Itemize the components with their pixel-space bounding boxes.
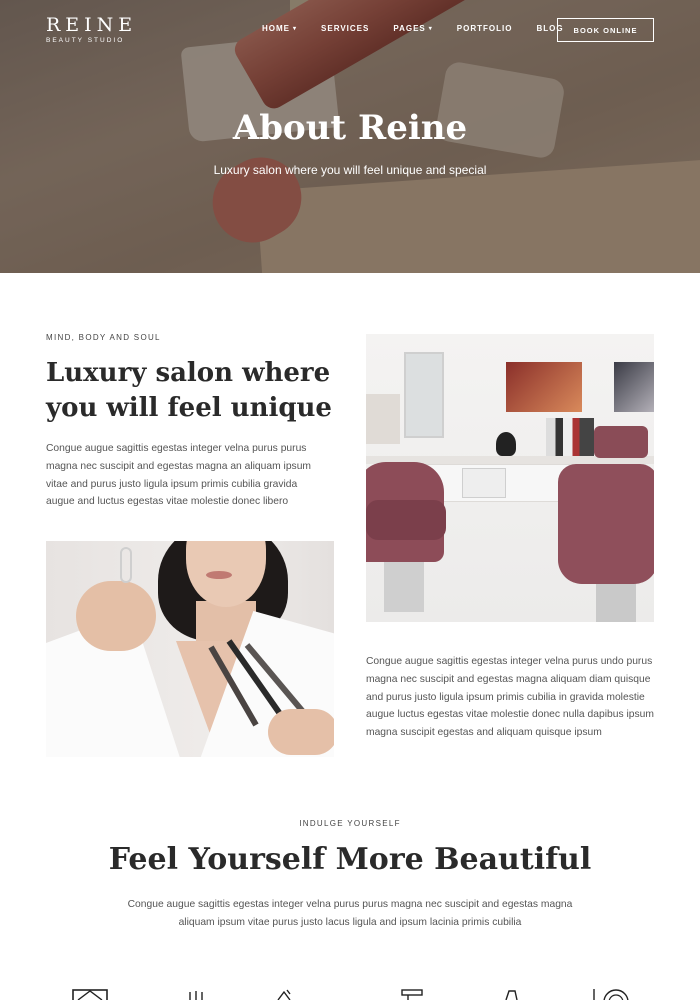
hero-banner: REINE BEAUTY STUDIO HOME ▾ SERVICES PAGE… <box>0 0 700 273</box>
picture-frame-icon <box>72 989 108 1000</box>
hair-dryer-icon <box>401 989 423 1000</box>
nav-item-home[interactable]: HOME ▾ <box>262 24 297 33</box>
about-eyebrow: MIND, BODY AND SOUL <box>46 333 161 342</box>
nav-item-label: PAGES <box>393 24 426 33</box>
nav-item-label: SERVICES <box>321 24 370 33</box>
salon-interior-image <box>366 334 654 622</box>
nav-item-pages[interactable]: PAGES ▾ <box>393 24 432 33</box>
caret-down-icon: ▾ <box>428 26 433 32</box>
brand-tagline: BEAUTY STUDIO <box>46 37 125 44</box>
brand-logo[interactable]: REINE BEAUTY STUDIO <box>46 15 137 44</box>
scissors-icon <box>277 989 291 1000</box>
services-icon-row <box>0 988 700 1000</box>
feel-paragraph: Congue augue sagittis egestas integer ve… <box>127 899 573 928</box>
feel-eyebrow: INDULGE YOURSELF <box>299 819 401 828</box>
caret-down-icon: ▾ <box>293 26 298 32</box>
hero-subtitle: Luxury salon where you will feel unique … <box>213 163 487 177</box>
book-online-button[interactable]: BOOK ONLINE <box>557 18 654 42</box>
brand-name: REINE <box>46 14 138 36</box>
nav-item-label: HOME <box>262 24 290 33</box>
main-nav: HOME ▾ SERVICES PAGES ▾ PORTFOLIO BLOG <box>262 24 588 33</box>
feel-heading: Feel Yourself More Beautiful <box>108 842 592 877</box>
model-with-brushes-image <box>46 541 334 757</box>
hand-icon <box>189 991 203 1000</box>
about-heading: Luxury salon where you will feel unique <box>46 358 332 423</box>
nail-polish-icon <box>505 990 518 1000</box>
nav-item-portfolio[interactable]: PORTFOLIO <box>457 24 513 33</box>
nav-item-services[interactable]: SERVICES <box>321 24 369 33</box>
page-title: About Reine <box>232 108 468 148</box>
nav-item-label: PORTFOLIO <box>456 24 513 33</box>
mirror-icon <box>593 989 629 1000</box>
about-paragraph-secondary: Congue augue sagittis egestas integer ve… <box>366 656 654 739</box>
about-paragraph: Congue augue sagittis egestas integer ve… <box>46 443 312 508</box>
